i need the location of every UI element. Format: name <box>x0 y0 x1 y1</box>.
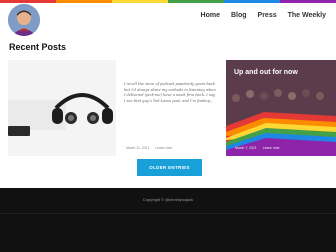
post-title[interactable]: Up and out for now <box>234 69 298 76</box>
post-comments-link[interactable]: Leave note <box>155 146 172 150</box>
main-nav: Home Blog Press The Weekly <box>201 12 326 19</box>
post-card-image[interactable] <box>8 60 116 156</box>
site-header: Home Blog Press The Weekly <box>0 3 336 36</box>
footer-copyright: Copyright © @devinlyncjack <box>142 197 194 202</box>
footer-divider <box>0 213 336 214</box>
post-excerpt: I recall the store of podcast popularity… <box>124 82 216 103</box>
older-entries-button[interactable]: OLDER ENTRIES <box>137 159 202 176</box>
post-meta: March 11, 2021 Leave note <box>126 146 172 150</box>
post-date: March 11, 2021 <box>126 146 150 150</box>
avatar[interactable] <box>8 4 40 36</box>
post-card-excerpt[interactable]: I recall the store of podcast popularity… <box>116 60 226 156</box>
post-date: March 7, 2021 <box>235 146 257 150</box>
post-comments-link[interactable]: Leave note <box>263 146 280 150</box>
nav-item-blog[interactable]: Blog <box>231 12 247 19</box>
post-card-feature[interactable]: Up and out for now March 7, 2021 Leave n… <box>226 60 336 156</box>
profile-photo-icon <box>8 4 40 36</box>
site-footer: Copyright © @devinlyncjack <box>0 188 336 252</box>
nav-item-home[interactable]: Home <box>201 12 220 19</box>
section-title: Recent Posts <box>9 42 67 52</box>
post-meta: March 7, 2021 Leave note <box>235 146 279 150</box>
headphones-icon <box>8 60 116 156</box>
nav-item-press[interactable]: Press <box>258 12 277 19</box>
nav-item-the-weekly[interactable]: The Weekly <box>288 12 326 19</box>
